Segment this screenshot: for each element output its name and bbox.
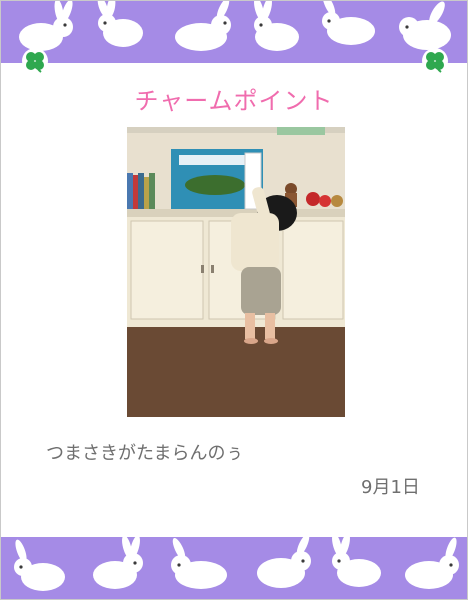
four-leaf-clover-icon: [422, 48, 448, 74]
rabbit-pattern-icon: [14, 537, 459, 591]
rabbit-pattern-icon: [19, 1, 451, 51]
bottom-rabbit-band: [1, 537, 467, 599]
child-photo: [127, 127, 345, 417]
photo-date: 9月1日: [361, 477, 420, 498]
photo-card: チャームポイント つまさきがたまらんのぅ 9月1日: [0, 0, 468, 600]
card-title: チャームポイント: [134, 87, 334, 115]
top-rabbit-band: [1, 1, 467, 63]
photo-caption: つまさきがたまらんのぅ: [46, 443, 244, 464]
four-leaf-clover-icon: [22, 48, 48, 74]
